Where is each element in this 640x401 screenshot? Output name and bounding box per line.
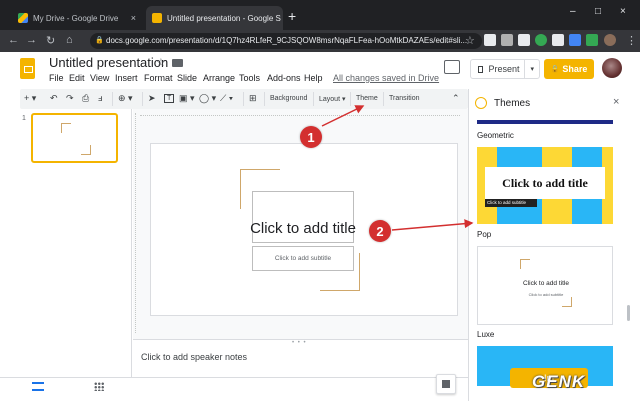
watermark-logo: GENK bbox=[532, 372, 586, 391]
annotation-marker-2: 2 bbox=[369, 220, 391, 242]
annotation-arrow-2 bbox=[391, 219, 474, 231]
annotation-arrow-1 bbox=[321, 105, 365, 127]
annotation-marker-1: 1 bbox=[300, 126, 322, 148]
annotation-arrows bbox=[321, 105, 474, 231]
